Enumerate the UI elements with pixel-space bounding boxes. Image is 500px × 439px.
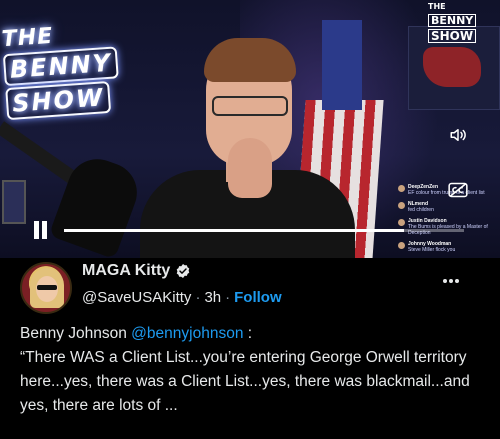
- video-player[interactable]: THE BENNY SHOW THE BENNY SHOW DeepZenZen…: [0, 0, 500, 258]
- chat-message: Johnny Woodman Steve Miller flock you: [398, 241, 498, 253]
- author-name-row: MAGA Kitty: [82, 262, 191, 280]
- chat-message-text: Johnny Woodman Steve Miller flock you: [408, 241, 455, 253]
- author-handle-row: @SaveUSAKitty · 3h · Follow: [82, 289, 282, 306]
- corner-badge-line-2: BENNY: [428, 14, 477, 27]
- chat-avatar: [398, 185, 405, 192]
- neon-show-logo: THE BENNY SHOW: [0, 17, 157, 121]
- monitor-map: [423, 47, 481, 87]
- corner-badge-line-3: SHOW: [428, 29, 477, 43]
- host-person: [140, 30, 355, 258]
- neon-logo-line-3: SHOW: [5, 80, 112, 121]
- video-progress-bar[interactable]: [64, 229, 464, 232]
- chat-avatar: [398, 202, 405, 209]
- display-name[interactable]: MAGA Kitty: [82, 262, 170, 280]
- pause-bar-left: [34, 221, 39, 239]
- more-options-icon[interactable]: [442, 278, 460, 284]
- handle[interactable]: @SaveUSAKitty: [82, 289, 191, 306]
- framed-picture: [2, 180, 26, 224]
- timestamp[interactable]: 3h: [204, 289, 221, 306]
- chat-message-text: DeepZenZen EF colour from trump is a cli…: [408, 184, 485, 196]
- tweet-body: “There WAS a Client List...you’re enteri…: [20, 349, 470, 414]
- quoted-author: Benny Johnson: [20, 325, 127, 342]
- chat-body: EF colour from trump is a client list: [408, 190, 485, 196]
- pause-icon[interactable]: [34, 221, 48, 239]
- tweet-text: Benny Johnson @bennyjohnson : “There WAS…: [20, 322, 490, 418]
- separator-dot: ·: [195, 289, 201, 306]
- chat-avatar: [398, 242, 405, 249]
- chat-body: fed children: [408, 207, 434, 213]
- host-hair: [204, 38, 296, 82]
- chat-message-text: NLmend fed children: [408, 201, 434, 213]
- neon-logo-line-2: BENNY: [2, 46, 120, 87]
- pause-bar-right: [42, 221, 47, 239]
- corner-badge-line-1: THE: [428, 2, 446, 11]
- neon-logo-line-1: THE: [0, 23, 55, 53]
- chat-message: NLmend fed children: [398, 201, 498, 213]
- verified-badge-icon: [177, 264, 190, 278]
- chat-avatar: [398, 219, 405, 226]
- chat-body: Steve Miller flock you: [408, 247, 456, 253]
- video-progress-fill: [64, 229, 404, 232]
- chat-message: Justin Davidson The Bums is pleased by a…: [398, 218, 498, 236]
- chat-message-text: Justin Davidson The Bums is pleased by a…: [408, 218, 498, 236]
- mention-suffix: :: [243, 325, 253, 342]
- host-hand: [228, 138, 272, 198]
- avatar-sunglasses: [37, 285, 57, 290]
- host-glasses: [212, 96, 288, 116]
- closed-captions-icon[interactable]: [448, 182, 468, 198]
- corner-show-badge: THE BENNY SHOW: [428, 3, 494, 43]
- avatar[interactable]: [20, 262, 72, 314]
- follow-button[interactable]: Follow: [234, 289, 282, 306]
- mention-link[interactable]: @bennyjohnson: [131, 325, 243, 342]
- speaker-icon[interactable]: [449, 126, 467, 144]
- separator-dot: ·: [225, 289, 231, 306]
- tweet-card: MAGA Kitty @SaveUSAKitty · 3h · Follow B…: [0, 258, 500, 439]
